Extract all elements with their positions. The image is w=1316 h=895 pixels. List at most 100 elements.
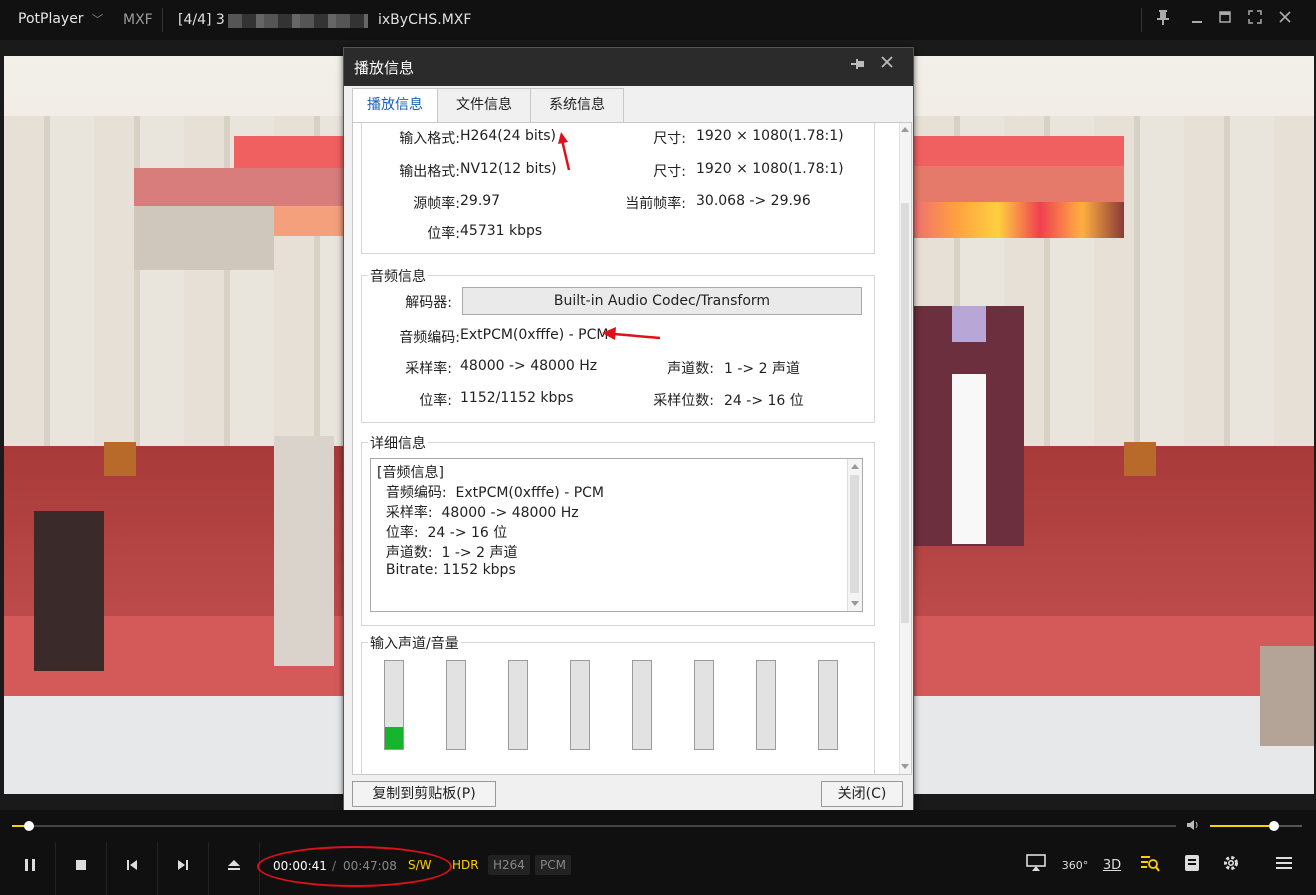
fullscreen-icon[interactable] <box>1244 9 1266 31</box>
current-fps-label: 当前帧率: <box>625 196 686 212</box>
meter-fill <box>385 727 403 749</box>
volume-level <box>1210 825 1274 827</box>
menu-icon[interactable] <box>1272 854 1296 878</box>
close-icon[interactable] <box>1274 9 1296 31</box>
sample-bits-value: 24 -> 16 位 <box>724 393 804 409</box>
scroll-down-icon[interactable] <box>851 601 859 607</box>
file-title-prefix: [4/4] 3 <box>178 12 225 28</box>
format-label: MXF <box>123 12 153 28</box>
mosaic-block <box>134 168 344 208</box>
output-format-label: 输出格式: <box>399 164 460 180</box>
hdr-badge[interactable]: HDR <box>447 855 484 875</box>
minimize-icon[interactable] <box>1186 9 1208 31</box>
channel-meter <box>446 660 466 750</box>
input-format-label: 输入格式: <box>399 131 460 147</box>
mosaic-block <box>914 166 1124 202</box>
detail-line: 声道数: 1 -> 2 声道 <box>377 545 518 561</box>
vr-360-icon[interactable]: 360° <box>1060 854 1090 878</box>
3d-icon[interactable]: 3D <box>1100 854 1124 878</box>
dialog-title: 播放信息 <box>354 59 415 77</box>
chapter-list-icon[interactable] <box>1180 854 1204 878</box>
annotation-arrow-icon <box>602 327 661 340</box>
mosaic-block <box>274 206 344 236</box>
volume-handle[interactable] <box>1269 821 1279 831</box>
source-fps-label: 源帧率: <box>413 196 460 212</box>
audio-bitrate-label: 位率: <box>419 393 452 409</box>
decoder-label: 解码器: <box>405 295 452 311</box>
divider <box>162 8 163 32</box>
close-button[interactable]: 关闭(C) <box>821 781 903 807</box>
size-label: 尺寸: <box>653 131 686 147</box>
playback-info-dialog: 播放信息 播放信息 文件信息 系统信息 输入格式: H264(24 bits) … <box>343 47 914 815</box>
chevron-down-icon[interactable]: ﹀ <box>92 11 103 27</box>
page-scrollbar[interactable] <box>899 123 911 774</box>
video-codec-badge[interactable]: H264 <box>488 855 530 875</box>
seek-handle[interactable] <box>24 821 34 831</box>
mosaic-block <box>914 136 1124 166</box>
stop-button[interactable] <box>56 842 107 895</box>
channels-value: 1 -> 2 声道 <box>724 361 800 377</box>
scroll-up-icon[interactable] <box>851 463 859 469</box>
scroll-up-icon[interactable] <box>901 126 909 132</box>
tab-file-info[interactable]: 文件信息 <box>437 88 531 122</box>
copy-to-clipboard-button[interactable]: 复制到剪贴板(P) <box>352 781 496 807</box>
channel-meter <box>570 660 590 750</box>
size-label: 尺寸: <box>653 164 686 180</box>
audio-codec-label: 音频编码: <box>399 330 460 346</box>
mosaic-block <box>134 206 274 270</box>
seek-bar-row <box>0 810 1316 842</box>
dialog-title-bar: 播放信息 <box>344 48 913 86</box>
app-menu-button[interactable]: PotPlayer <box>18 11 84 27</box>
pin-icon[interactable] <box>850 56 866 76</box>
tab-playback-info[interactable]: 播放信息 <box>352 88 438 123</box>
channels-label: 声道数: <box>667 361 714 377</box>
detail-line: Bitrate: 1152 kbps <box>377 562 516 578</box>
mosaic-block <box>914 202 1124 238</box>
decoder-button[interactable]: Built-in Audio Codec/Transform <box>462 287 862 315</box>
detail-group-title: 详细信息 <box>368 433 428 453</box>
seek-track[interactable] <box>12 825 1176 827</box>
input-format-value: H264(24 bits) <box>460 128 556 144</box>
mosaic-block <box>34 511 104 671</box>
scroll-thumb[interactable] <box>850 475 859 593</box>
channel-meter <box>694 660 714 750</box>
maximize-icon[interactable] <box>1214 9 1236 31</box>
playlist-search-icon[interactable] <box>1138 854 1162 878</box>
size-value: 1920 × 1080(1.78:1) <box>696 128 844 144</box>
annotation-ellipse <box>257 846 452 887</box>
scroll-down-icon[interactable] <box>901 764 909 770</box>
channel-meter <box>508 660 528 750</box>
samplerate-value: 48000 -> 48000 Hz <box>460 358 598 374</box>
audio-codec-badge[interactable]: PCM <box>535 855 571 875</box>
detail-textarea[interactable]: [音频信息] 音频编码: ExtPCM(0xfffe) - PCM 采样率: 4… <box>370 458 863 612</box>
settings-gear-icon[interactable] <box>1219 854 1243 878</box>
mosaic-block <box>234 136 344 168</box>
sample-bits-label: 采样位数: <box>653 393 714 409</box>
video-info-group: 输入格式: H264(24 bits) 尺寸: 1920 × 1080(1.78… <box>361 123 875 254</box>
size-value: 1920 × 1080(1.78:1) <box>696 161 844 177</box>
cast-icon[interactable] <box>1024 854 1048 878</box>
pause-button[interactable] <box>5 842 56 895</box>
speaker-icon[interactable] <box>1186 818 1200 836</box>
next-button[interactable] <box>158 842 209 895</box>
mosaic-block <box>1260 646 1314 746</box>
detail-scrollbar[interactable] <box>847 459 862 611</box>
pin-icon[interactable] <box>1152 9 1174 31</box>
channel-meter <box>818 660 838 750</box>
scroll-thumb[interactable] <box>901 203 909 623</box>
meters-group-title: 输入声道/音量 <box>368 633 461 653</box>
detail-info-group: 详细信息 [音频信息] 音频编码: ExtPCM(0xfffe) - PCM 采… <box>361 433 875 626</box>
channel-meter <box>756 660 776 750</box>
close-icon[interactable] <box>879 54 895 75</box>
control-bar: 00:00:41 / 00:47:08 S/W HDR H264 PCM 360… <box>0 842 1316 895</box>
eject-button[interactable] <box>209 842 260 895</box>
audio-bitrate-value: 1152/1152 kbps <box>460 390 574 406</box>
divider <box>1141 8 1142 32</box>
stage-floor-right <box>914 616 1314 696</box>
tab-system-info[interactable]: 系统信息 <box>530 88 624 122</box>
current-fps-value: 30.068 -> 29.96 <box>696 193 811 209</box>
samplerate-label: 采样率: <box>405 361 452 377</box>
previous-button[interactable] <box>107 842 158 895</box>
audio-info-group: 音频信息 解码器: Built-in Audio Codec/Transform… <box>361 266 875 423</box>
mosaic-block <box>274 436 334 666</box>
